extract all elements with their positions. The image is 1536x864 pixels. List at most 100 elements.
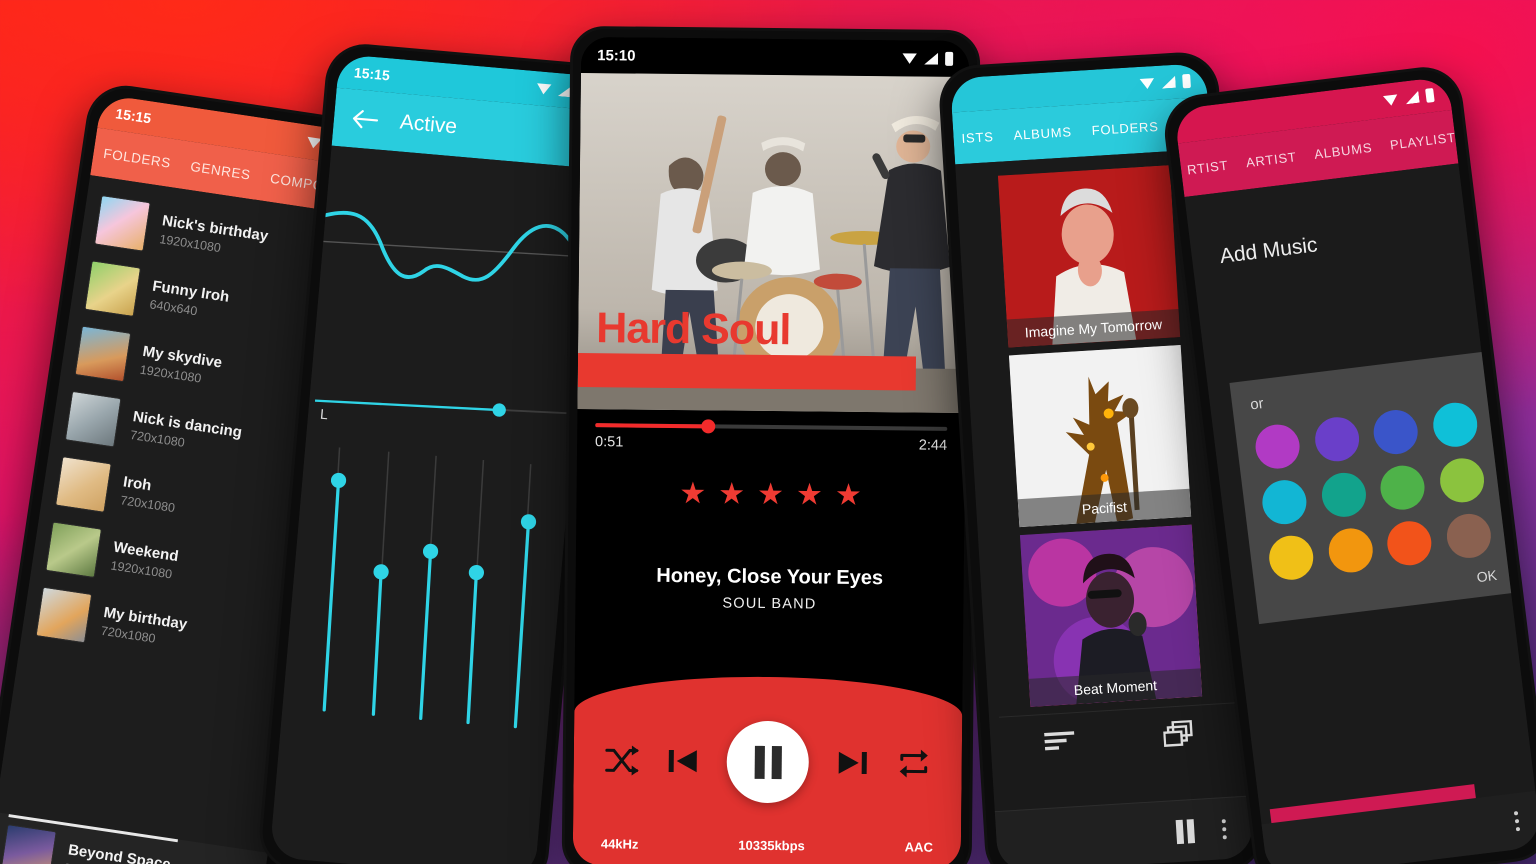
tab-albums[interactable]: ALBUMS: [1013, 124, 1072, 143]
seek-bar[interactable]: [595, 419, 948, 434]
color-swatch[interactable]: [1318, 470, 1368, 520]
dot: [1222, 834, 1227, 839]
pause-icon[interactable]: [726, 720, 810, 804]
album-toolbar: [998, 702, 1238, 768]
tab-artist-1[interactable]: RTIST: [1186, 157, 1229, 177]
seek-times: 0:51 2:44: [595, 434, 947, 454]
pause-icon[interactable]: [1174, 817, 1198, 844]
tab-folders[interactable]: FOLDERS: [1091, 118, 1159, 137]
seek-fill: [595, 423, 708, 429]
album-artwork[interactable]: Hard Soul: [577, 72, 969, 414]
phone-player: 15:10 Hard Soul 0:51 2:44 ★ ★ ★ ★ ★ Hone…: [561, 25, 981, 864]
previous-icon[interactable]: [667, 745, 699, 777]
elapsed-time: 0:51: [595, 434, 624, 451]
promo-stage: 15:15 FOLDERS GENRES COMPOSERS P Nick's …: [0, 0, 1536, 864]
overflow-menu-icon[interactable]: [1513, 811, 1521, 832]
color-swatch[interactable]: [1253, 422, 1303, 472]
color-swatch[interactable]: [1443, 511, 1493, 561]
transport-row: [604, 719, 931, 804]
tab-artist-2[interactable]: ARTIST: [1245, 149, 1297, 170]
star-icon[interactable]: ★: [757, 478, 784, 511]
thumbnail: [74, 325, 132, 383]
wifi-icon: [1139, 78, 1155, 90]
eq-band-sliders[interactable]: [277, 444, 571, 796]
color-swatch[interactable]: [1266, 533, 1316, 583]
color-swatch[interactable]: [1312, 414, 1362, 464]
album-art-band: [577, 352, 917, 391]
thumbnail: [94, 194, 151, 252]
thumbnail: [84, 260, 142, 318]
battery-icon: [945, 51, 954, 66]
wifi-icon: [902, 53, 917, 64]
sort-icon[interactable]: [1043, 729, 1076, 753]
status-bar: 15:10: [580, 36, 970, 78]
tab-folders[interactable]: FOLDERS: [103, 145, 172, 170]
tab-artists[interactable]: ISTS: [961, 129, 994, 146]
color-swatch[interactable]: [1377, 463, 1428, 513]
thumbnail: [64, 390, 122, 448]
signal-icon: [924, 53, 938, 65]
pause-bar-left: [754, 745, 765, 779]
album-card[interactable]: Beat Moment: [1019, 524, 1203, 707]
album-card[interactable]: Imagine My Tomorrow: [997, 165, 1181, 348]
dot: [1221, 818, 1226, 823]
wifi-icon: [536, 83, 552, 95]
sample-rate: 44kHz: [600, 836, 639, 852]
tab-albums[interactable]: ALBUMS: [1313, 139, 1373, 161]
now-playing-title: Beyond Space: [67, 841, 172, 864]
status-icons: [1382, 87, 1435, 108]
thumbnail: [45, 521, 103, 579]
status-icons: [1139, 73, 1191, 91]
star-icon[interactable]: ★: [835, 479, 862, 512]
balance-label: L: [319, 405, 329, 423]
signal-icon: [1161, 76, 1176, 89]
frequency-response-curve: [314, 210, 597, 282]
album-card[interactable]: Pacifist: [1008, 344, 1192, 528]
wifi-icon: [1383, 94, 1399, 107]
next-icon[interactable]: [837, 747, 869, 779]
equalizer-body: L: [269, 145, 597, 864]
screen-equalizer: 15:15 Active L: [269, 53, 605, 864]
codec: AAC: [904, 839, 933, 855]
dot: [1513, 811, 1519, 816]
player-controls: 44kHz 10335kbps AAC: [572, 674, 963, 864]
overflow-menu-icon[interactable]: [1221, 818, 1227, 839]
track-info: Honey, Close Your Eyes SOUL BAND: [575, 508, 964, 614]
signal-icon: [1404, 91, 1419, 105]
repeat-icon[interactable]: [897, 748, 931, 778]
star-icon[interactable]: ★: [718, 477, 745, 510]
shuffle-icon[interactable]: [605, 745, 639, 776]
color-swatch[interactable]: [1437, 455, 1487, 505]
seek-thumb[interactable]: [700, 419, 715, 434]
color-swatch[interactable]: [1384, 518, 1434, 568]
color-swatch[interactable]: [1325, 525, 1375, 575]
status-time: 15:10: [597, 46, 636, 65]
arrow-left-icon[interactable]: [351, 108, 379, 130]
rating-stars[interactable]: ★ ★ ★ ★ ★: [576, 454, 965, 512]
color-swatch[interactable]: [1371, 407, 1421, 457]
pause-bar-right: [771, 745, 782, 779]
now-playing-thumbnail: [0, 823, 57, 864]
status-time: 15:15: [114, 105, 153, 127]
color-picker-dialog: or OK: [1229, 351, 1518, 625]
thumbnail: [35, 586, 93, 644]
seek-bar-wrapper: 0:51 2:44: [577, 409, 965, 458]
track-artist: SOUL BAND: [722, 595, 817, 613]
layers-icon[interactable]: [1162, 719, 1194, 748]
color-swatch[interactable]: [1430, 400, 1480, 450]
bitrate: 10335kbps: [738, 837, 805, 854]
album-art-title: Hard Soul: [596, 304, 791, 355]
color-swatch-grid: [1253, 400, 1494, 583]
color-swatch[interactable]: [1259, 477, 1309, 527]
audio-meta: 44kHz 10335kbps AAC: [573, 836, 961, 855]
status-time: 15:15: [353, 64, 391, 84]
page-title: Active: [398, 110, 458, 139]
star-icon[interactable]: ★: [679, 477, 706, 510]
tab-playlist[interactable]: PLAYLIST: [1389, 129, 1456, 152]
dot: [1222, 826, 1227, 831]
tab-genres[interactable]: GENRES: [190, 158, 252, 182]
thumbnail: [54, 456, 112, 513]
star-icon[interactable]: ★: [796, 478, 823, 511]
battery-icon: [1182, 73, 1191, 89]
dot: [1515, 826, 1521, 832]
